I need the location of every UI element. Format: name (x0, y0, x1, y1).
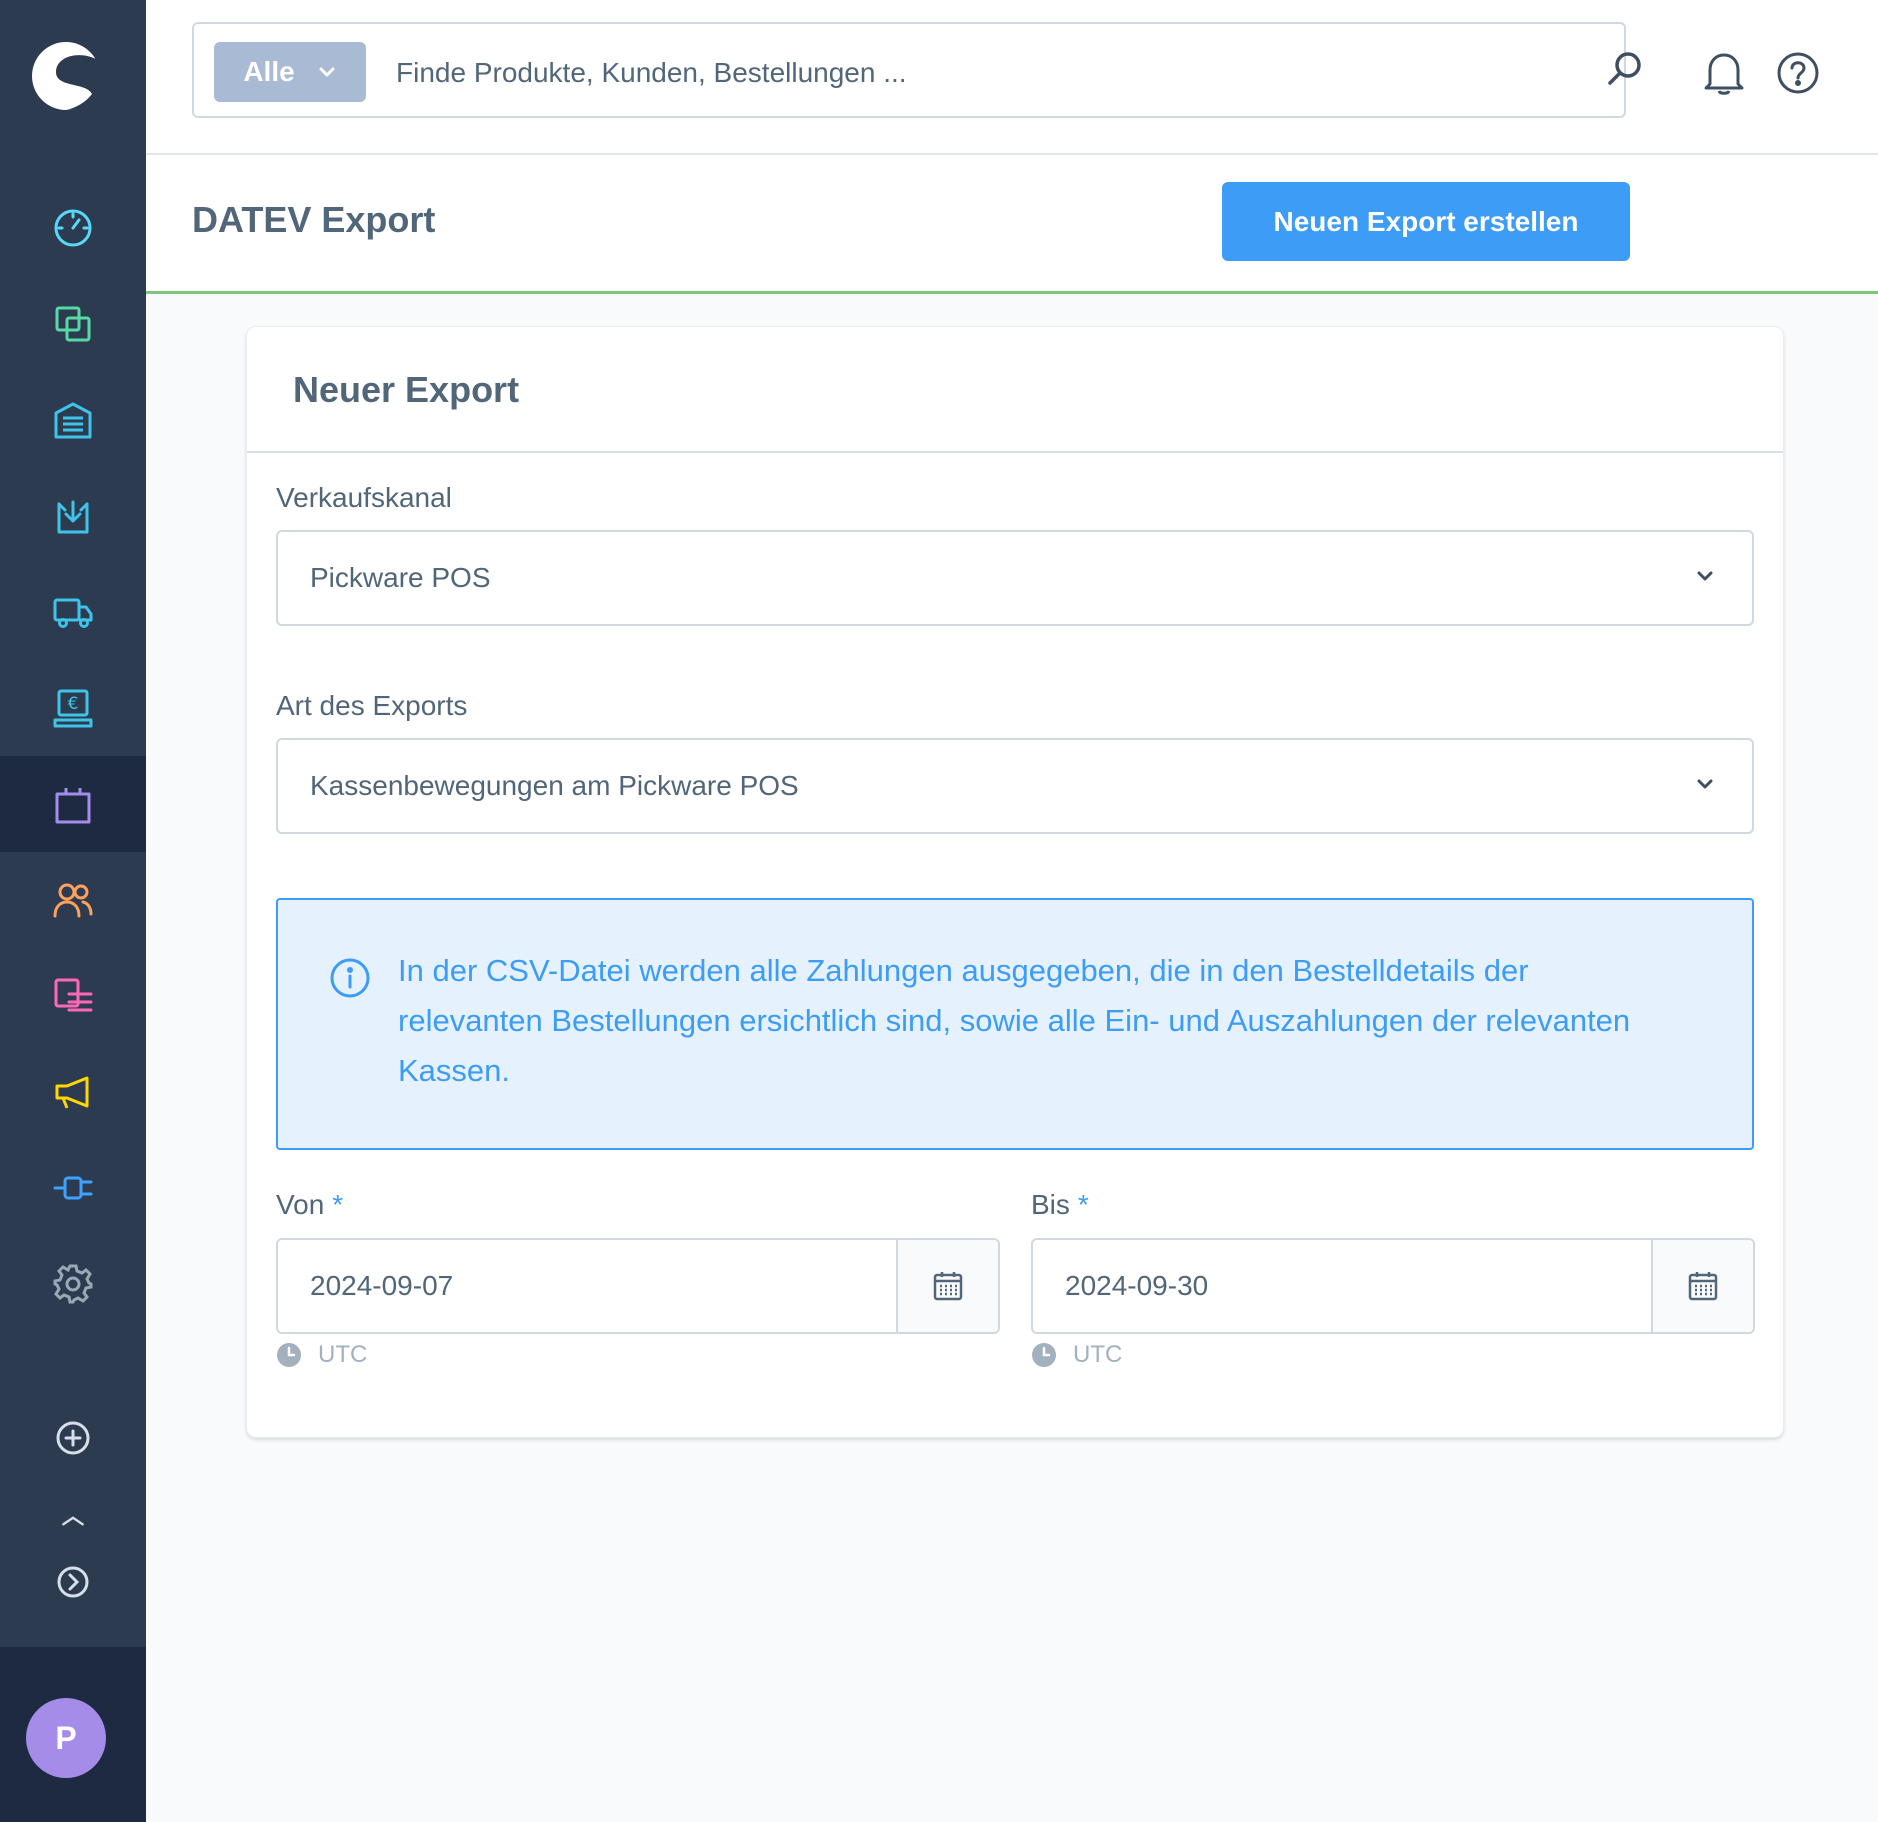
to-date-label-text: Bis (1031, 1189, 1070, 1220)
sidebar-item-content[interactable] (0, 948, 146, 1044)
gauge-icon (54, 209, 92, 247)
plug-icon (53, 1176, 93, 1200)
export-type-value: Kassenbewegungen am Pickware POS (310, 770, 799, 801)
to-datepicker (1031, 1238, 1755, 1334)
top-bar: Alle (146, 0, 1878, 155)
megaphone-icon (55, 1076, 89, 1109)
global-search: Alle (192, 22, 1641, 118)
shopware-logo[interactable] (28, 38, 104, 114)
clock-icon (277, 1343, 301, 1367)
gear-icon (53, 1264, 93, 1304)
sidebar-item-orders[interactable] (0, 756, 146, 852)
from-timezone-hint: UTC (276, 1341, 367, 1369)
chevron-down-icon (1697, 571, 1713, 581)
info-text: In der CSV-Datei werden alle Zahlungen a… (398, 953, 1631, 1088)
users-icon (53, 883, 93, 918)
from-timezone-text: UTC (318, 1341, 368, 1368)
create-export-button[interactable]: Neuen Export erstellen (1222, 182, 1630, 261)
sidebar-item-customers[interactable] (0, 852, 146, 948)
card-title: Neuer Export (293, 369, 520, 410)
chevron-right-circle-icon (57, 1566, 89, 1598)
export-type-label: Art des Exports (276, 690, 468, 721)
to-calendar-button[interactable] (1651, 1240, 1753, 1332)
help-icon[interactable] (1776, 51, 1820, 95)
sidebar-item-marketing[interactable] (0, 1044, 146, 1140)
from-date-input[interactable] (278, 1240, 898, 1332)
sales-channel-select[interactable]: Pickware POS (276, 530, 1754, 626)
truck-icon (53, 598, 93, 628)
export-type-select[interactable]: Kassenbewegungen am Pickware POS (276, 738, 1754, 834)
content-list-icon (54, 978, 93, 1012)
clock-icon (1032, 1343, 1056, 1367)
shopping-bag-icon (55, 788, 91, 824)
sidebar-item-shipping[interactable] (0, 564, 146, 660)
chevron-down-icon (1697, 779, 1713, 789)
sales-channel-label: Verkaufskanal (276, 482, 452, 513)
bell-icon[interactable] (1702, 50, 1746, 96)
from-date-label: Von * (276, 1189, 343, 1221)
chevron-down-icon (319, 67, 335, 77)
avatar[interactable]: P (26, 1698, 106, 1778)
sidebar-item-add-extension[interactable] (0, 1390, 146, 1486)
search-type-label: Alle (243, 56, 295, 87)
sidebar-item-dashboard[interactable] (0, 180, 146, 276)
calendar-icon (933, 1272, 963, 1301)
search-input[interactable] (394, 42, 1478, 104)
to-date-label: Bis * (1031, 1189, 1089, 1221)
calendar-icon (1688, 1272, 1718, 1301)
sidebar-item-catalogues[interactable] (0, 276, 146, 372)
page-title: DATEV Export (192, 199, 436, 240)
info-alert: In der CSV-Datei werden alle Zahlungen a… (276, 898, 1754, 1150)
page-header: DATEV Export Neuen Export erstellen (146, 155, 1878, 294)
sidebar-expand-toggle[interactable] (0, 1534, 146, 1630)
to-date-input[interactable] (1033, 1240, 1653, 1332)
from-date-label-text: Von (276, 1189, 325, 1220)
required-mark: * (332, 1189, 344, 1220)
sidebar-item-settings[interactable] (0, 1236, 146, 1332)
plus-circle-icon (56, 1421, 90, 1455)
sales-channel-value: Pickware POS (310, 562, 491, 593)
sidebar-item-extensions[interactable] (0, 1140, 146, 1236)
sidebar-item-warehouse[interactable] (0, 372, 146, 468)
inbox-download-icon (57, 500, 89, 534)
from-calendar-button[interactable] (896, 1240, 998, 1332)
search-type-select[interactable]: Alle (214, 42, 366, 102)
sidebar-scroll-indicator[interactable] (0, 1506, 146, 1536)
from-datepicker (276, 1238, 1000, 1334)
svg-text:€: € (68, 694, 79, 714)
info-icon (330, 958, 370, 998)
sidebar-item-pos[interactable]: € (0, 660, 146, 756)
sidebar-item-goods-receipt[interactable] (0, 468, 146, 564)
copy-icon (55, 306, 91, 342)
required-mark: * (1077, 1189, 1089, 1220)
warehouse-icon (54, 402, 92, 439)
chevron-up-icon (62, 1516, 84, 1526)
cash-register-icon: € (53, 689, 93, 728)
search-icon[interactable] (1606, 50, 1644, 88)
new-export-card: Neuer Export Verkaufskanal Pickware POS … (246, 326, 1784, 1438)
to-timezone-hint: UTC (1031, 1341, 1122, 1369)
to-timezone-text: UTC (1073, 1341, 1123, 1368)
sidebar: € P (0, 0, 146, 1822)
card-header: Neuer Export (247, 327, 1783, 453)
